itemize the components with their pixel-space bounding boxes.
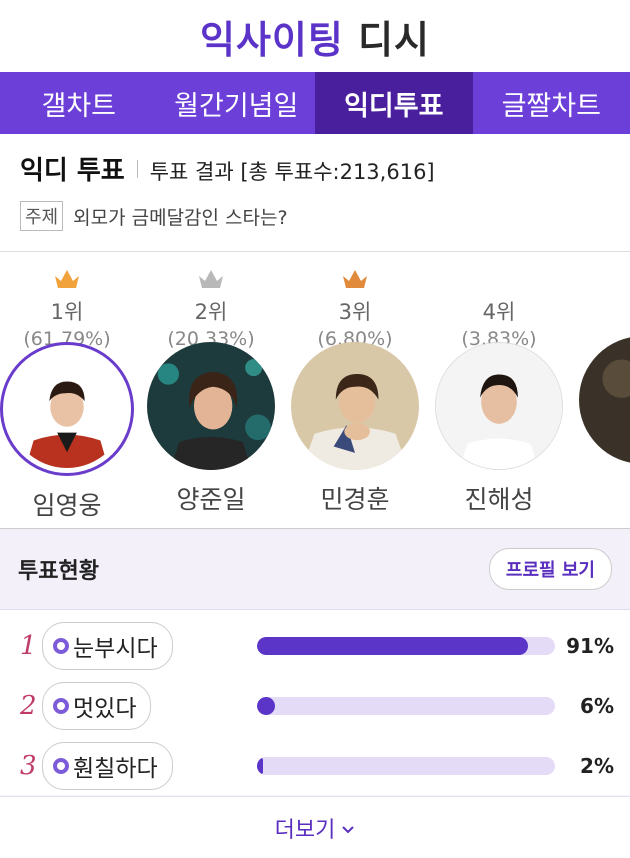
avatar[interactable] [147,342,275,470]
view-profile-button[interactable]: 프로필 보기 [488,548,612,590]
crown-icon [142,268,280,292]
avatar[interactable] [291,342,419,470]
rank-name: 진해성 [464,485,534,514]
vote-bar-track [257,697,555,715]
vote-row: 1 눈부시다 91% [0,616,630,676]
crown-placeholder [574,268,630,292]
vote-row: 3 훤칠하다 2% [0,736,630,796]
rank-name: 강 [574,474,630,510]
vote-chip[interactable]: 훤칠하다 [42,742,173,790]
avatar-frame [291,342,419,470]
ranking-item[interactable]: 4위 (3.83%) 진해성 [430,268,568,516]
rank-name: 양준일 [176,485,246,514]
vote-percent: 2% [580,754,614,778]
avatar[interactable] [579,336,630,464]
rank-number: 4위 [482,300,516,324]
ranking-carousel[interactable]: 1위 (61.79%) 임영웅 2위 (20.33%) 양준일 3위 (6.80… [0,252,630,524]
vote-chip[interactable]: 멋있다 [42,682,152,730]
rank-name: 민경훈 [320,485,390,514]
status-header: 투표현황 프로필 보기 [0,529,630,609]
chevron-down-icon [341,820,355,839]
chip-label: 훤칠하다 [73,756,158,782]
vote-chip[interactable]: 눈부시다 [42,622,173,670]
vote-bar-track [257,757,555,775]
logo-part-2: 디시 [358,17,430,62]
rank-number: 2위 [194,300,228,324]
ring-icon [53,638,69,654]
vote-rank: 1 [20,631,37,661]
more-button[interactable]: 더보기 [0,796,630,858]
vote-percent: 91% [566,634,614,658]
vote-bar-fill [257,697,275,715]
vote-percent: 6% [580,694,614,718]
rank-number: 3위 [338,300,372,324]
vote-row: 2 멋있다 6% [0,676,630,736]
title-line: 익디 투표 투표 결과 [총 투표수:213,616] [20,150,610,187]
logo-part-1: 익사이팅 [200,17,344,62]
more-label: 더보기 [274,817,336,843]
tab-meme-chart[interactable]: 글짤차트 [473,72,630,134]
rank-number: 1위 [50,300,84,324]
rank-number: 5 [574,296,630,320]
avatar-frame [147,342,275,470]
topic-tag: 주제 [20,201,64,231]
ring-icon [53,758,69,774]
avatar-frame [435,342,563,470]
vote-bar-fill [257,637,529,655]
vote-rank: 2 [20,691,37,721]
topic-line: 주제 외모가 금메달감인 스타는? [20,201,610,231]
rank-name: 임영웅 [32,491,102,520]
crown-icon [0,268,136,292]
ranking-item[interactable]: 3위 (6.80%) 민경훈 [286,268,424,516]
chip-label: 멋있다 [73,696,137,722]
page-title: 익디 투표 [20,156,125,186]
ranking-item[interactable]: 2위 (20.33%) 양준일 [142,268,280,516]
vote-result-summary: 투표 결과 [총 투표수:213,616] [149,160,435,184]
tab-gallery-chart[interactable]: 갤차트 [0,72,158,134]
vote-header: 익디 투표 투표 결과 [총 투표수:213,616] 주제 외모가 금메달감인… [0,134,630,231]
chip-label: 눈부시다 [73,636,158,662]
ring-icon [53,698,69,714]
top-nav: 갤차트 월간기념일 익디투표 글짤차트 [0,72,630,134]
site-logo[interactable]: 익사이팅 디시 [200,9,430,64]
crown-placeholder [430,268,568,292]
ranking-item[interactable]: 5 (2 강 [574,268,630,510]
logo-bar: 익사이팅 디시 [0,0,630,72]
tab-ikdi-vote[interactable]: 익디투표 [315,72,473,134]
vote-bar-track [257,637,555,655]
avatar-frame [0,342,134,476]
tab-monthly-anniversary[interactable]: 월간기념일 [158,72,316,134]
avatar[interactable] [435,342,563,470]
ranking-item[interactable]: 1위 (61.79%) 임영웅 [0,268,136,522]
status-title: 투표현황 [18,559,99,584]
topic-text: 외모가 금메달감인 스타는? [73,206,288,229]
status-list: 1 눈부시다 91% 2 멋있다 6% 3 훤칠하다 2% [0,609,630,795]
vote-rank: 3 [20,751,37,781]
vote-bar-fill [257,757,263,775]
avatar-frame [579,336,630,464]
title-separator [136,159,138,178]
crown-icon [286,268,424,292]
avatar[interactable] [8,350,126,468]
